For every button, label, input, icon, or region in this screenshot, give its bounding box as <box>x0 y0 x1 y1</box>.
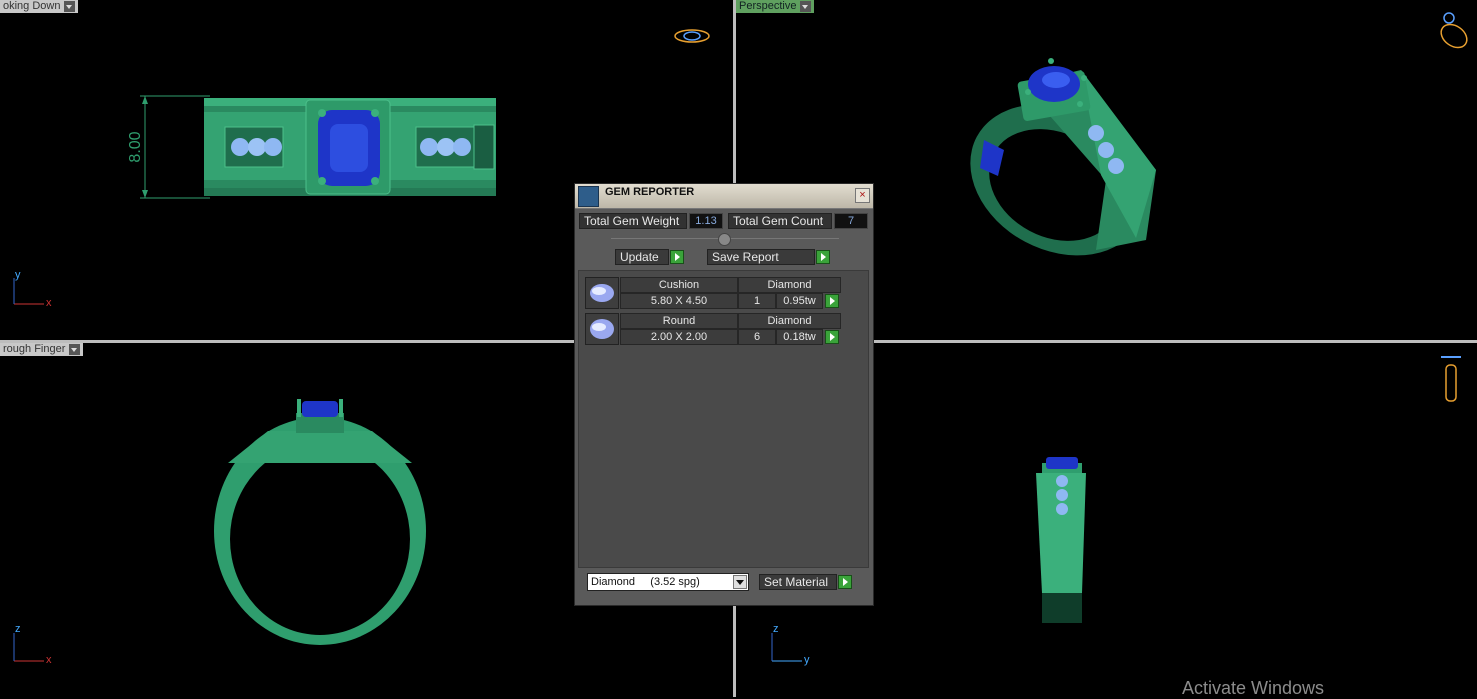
gem-weight: 0.95tw <box>776 293 823 309</box>
viewport-label-looking-down[interactable]: oking Down <box>0 0 79 13</box>
total-gem-weight-label: Total Gem Weight <box>579 213 687 229</box>
chevron-down-icon[interactable] <box>69 344 81 355</box>
play-arrow-icon[interactable] <box>825 330 839 344</box>
gem-shape: Round <box>620 313 738 329</box>
axis-x-label: x <box>46 654 52 666</box>
gem-weight: 0.18tw <box>776 329 823 345</box>
gem-size: 2.00 X 2.00 <box>620 329 738 345</box>
gem-reporter-panel[interactable]: GEM REPORTER × Total Gem Weight 1.13 Tot… <box>574 183 874 606</box>
round-gem-icon <box>585 313 619 345</box>
play-arrow-icon[interactable] <box>670 250 684 264</box>
gem-reporter-title-bar[interactable]: GEM REPORTER × <box>575 184 873 209</box>
set-material-button[interactable]: Set Material <box>759 574 837 590</box>
chevron-down-icon[interactable] <box>733 575 747 589</box>
list-item[interactable]: Cushion Diamond 5.80 X 4.50 1 0.95tw <box>585 277 841 309</box>
save-report-button[interactable]: Save Report <box>707 249 815 265</box>
axis-z-label: z <box>15 623 21 635</box>
play-arrow-icon[interactable] <box>816 250 830 264</box>
total-gem-count-label: Total Gem Count <box>728 213 832 229</box>
material-select[interactable]: Diamond (3.52 spg) <box>587 573 749 591</box>
gem-count: 1 <box>738 293 776 309</box>
gem-material: Diamond <box>738 313 841 329</box>
close-icon[interactable]: × <box>855 188 870 203</box>
play-arrow-icon[interactable] <box>825 294 839 308</box>
gem-count: 6 <box>738 329 776 345</box>
collapse-knob-icon[interactable] <box>718 233 731 246</box>
gem-shape: Cushion <box>620 277 738 293</box>
cushion-gem-icon <box>585 277 619 309</box>
update-button[interactable]: Update <box>615 249 669 265</box>
total-gem-weight-value: 1.13 <box>689 213 723 229</box>
gem-reporter-icon <box>578 186 599 207</box>
viewport-label-through-finger[interactable]: rough Finger <box>0 343 84 356</box>
gem-list[interactable]: Cushion Diamond 5.80 X 4.50 1 0.95tw Rou… <box>578 270 869 568</box>
viewport-label-perspective[interactable]: Perspective <box>736 0 815 13</box>
activate-windows-watermark: Activate Windows <box>1182 678 1325 698</box>
dimension-label: 8.00 <box>127 131 144 162</box>
gem-size: 5.80 X 4.50 <box>620 293 738 309</box>
play-arrow-icon[interactable] <box>838 575 852 589</box>
panel-title: GEM REPORTER <box>605 186 695 198</box>
gem-material: Diamond <box>738 277 841 293</box>
axis-y-label: y <box>15 269 21 281</box>
total-gem-count-value: 7 <box>834 213 868 229</box>
chevron-down-icon[interactable] <box>64 1 76 12</box>
axis-y-label: y <box>804 654 810 666</box>
list-item[interactable]: Round Diamond 2.00 X 2.00 6 0.18tw <box>585 313 841 345</box>
axis-z-label: z <box>773 623 779 635</box>
axis-x-label: x <box>46 297 52 309</box>
chevron-down-icon[interactable] <box>800 1 812 12</box>
